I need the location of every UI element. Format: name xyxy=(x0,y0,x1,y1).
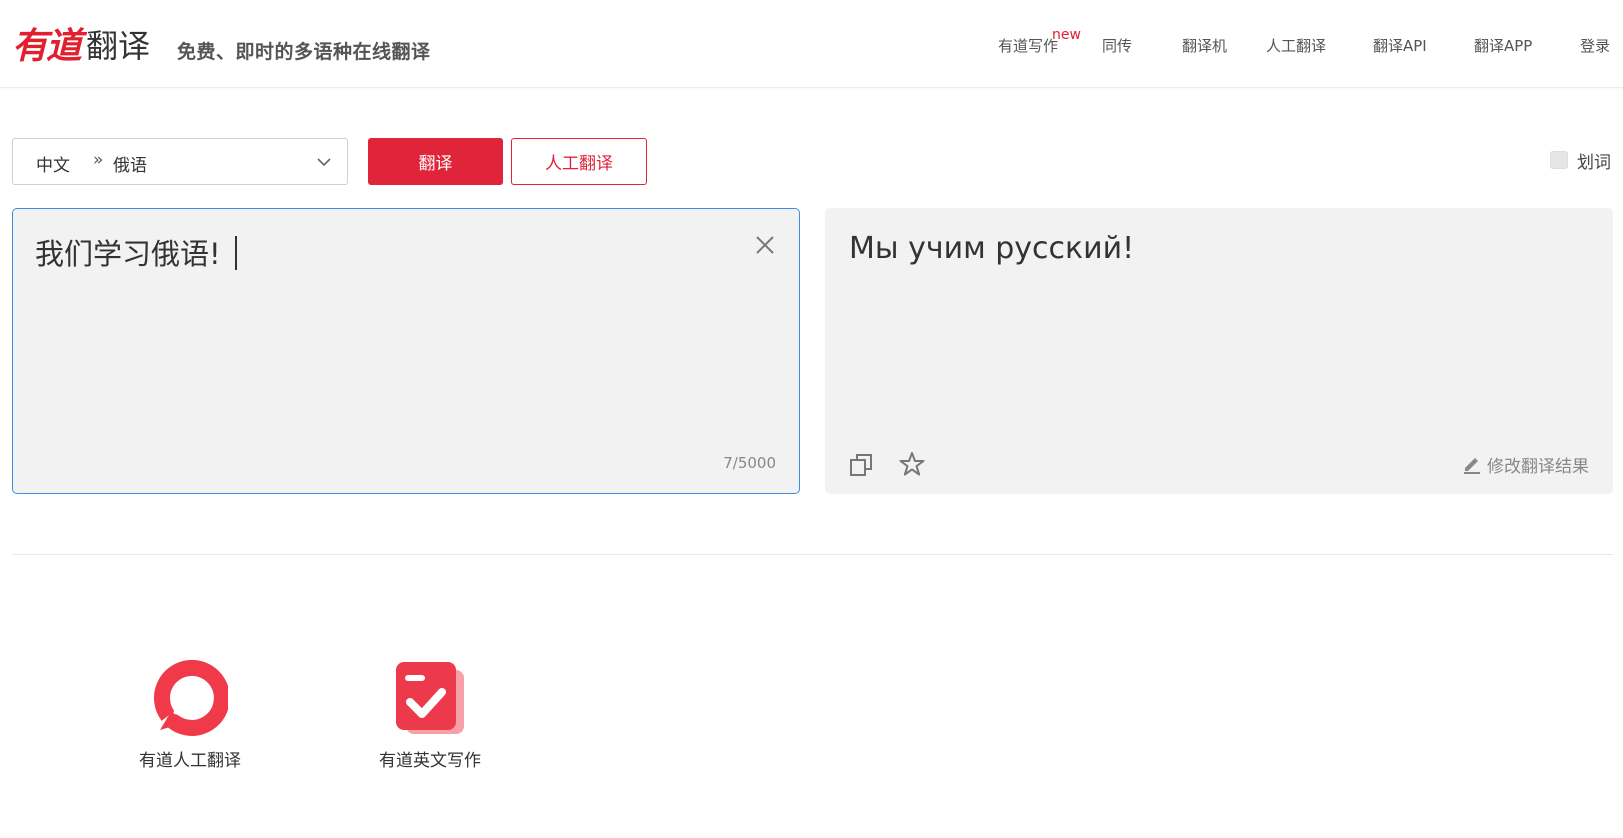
source-text-area[interactable]: 我们学习俄语! 7/5000 xyxy=(12,208,800,494)
edit-translation-label: 修改翻译结果 xyxy=(1487,456,1589,477)
nav-item-translator-device[interactable]: 翻译机 xyxy=(1182,35,1227,56)
edit-translation-button[interactable]: 修改翻译结果 xyxy=(1462,451,1589,477)
nav-item-translate-app[interactable]: 翻译APP xyxy=(1474,35,1532,56)
star-icon[interactable] xyxy=(899,451,925,477)
writing-app-icon xyxy=(396,662,464,734)
pencil-icon xyxy=(1464,458,1480,474)
translation-result-area: Мы учим русский! 修改翻译结果 xyxy=(825,208,1613,494)
language-select[interactable]: 中文 » 俄语 xyxy=(12,138,348,185)
human-translate-app-icon xyxy=(154,660,228,736)
nav-item-translate-api[interactable]: 翻译API xyxy=(1373,35,1427,56)
divider xyxy=(12,554,1613,555)
nav-item-login[interactable]: 登录 xyxy=(1580,35,1610,56)
translate-button[interactable]: 翻译 xyxy=(368,138,503,185)
word-select-toggle[interactable]: 划词 xyxy=(1550,149,1611,173)
app-label: 有道人工翻译 xyxy=(139,751,241,771)
nav-item-simultaneous[interactable]: 同传 xyxy=(1102,35,1132,56)
new-badge: new xyxy=(1052,27,1081,43)
app-english-writing[interactable]: 有道英文写作 xyxy=(340,660,520,771)
app-human-translate[interactable]: 有道人工翻译 xyxy=(100,660,280,771)
source-language: 中文 xyxy=(36,156,70,176)
word-select-label: 划词 xyxy=(1577,152,1611,173)
target-language: 俄语 xyxy=(113,156,147,176)
header: 有道 翻译 免费、即时的多语种在线翻译 有道写作 new 同传 翻译机 人工翻译… xyxy=(0,0,1623,88)
close-icon[interactable] xyxy=(753,233,777,257)
word-select-checkbox[interactable] xyxy=(1550,151,1568,169)
language-arrow: » xyxy=(93,150,104,170)
app-label: 有道英文写作 xyxy=(379,751,481,771)
chevron-down-icon xyxy=(317,158,331,167)
youdao-logo[interactable]: 有道 翻译 xyxy=(12,24,150,66)
logo-product: 翻译 xyxy=(86,27,151,65)
text-caret xyxy=(234,236,237,270)
logo-brand: 有道 xyxy=(12,25,82,67)
slogan: 免费、即时的多语种在线翻译 xyxy=(177,41,431,63)
copy-icon[interactable] xyxy=(849,453,873,477)
translation-text: Мы учим русский! xyxy=(849,231,1135,266)
source-text-content: 我们学习俄语! xyxy=(35,237,221,271)
human-translate-button[interactable]: 人工翻译 xyxy=(511,138,647,185)
nav-item-youdao-writing[interactable]: 有道写作 xyxy=(998,35,1058,56)
character-count: 7/5000 xyxy=(723,454,776,472)
nav-item-human-translation[interactable]: 人工翻译 xyxy=(1266,35,1326,56)
source-text[interactable]: 我们学习俄语! xyxy=(35,231,237,273)
